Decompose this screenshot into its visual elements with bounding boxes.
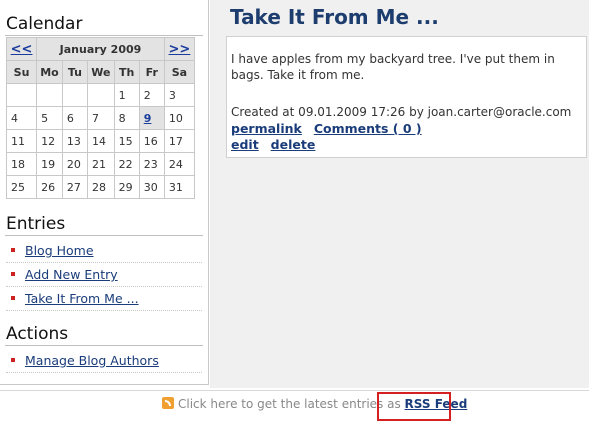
calendar-day: 23	[138, 152, 165, 176]
calendar-day: 1	[113, 83, 140, 107]
post-body: I have apples from my backyard tree. I'v…	[231, 52, 555, 82]
list-item: Add New Entry	[6, 264, 202, 287]
calendar-day: 14	[86, 129, 115, 153]
calendar-weekdays: Su Mo Tu We Th Fr Sa	[5, 60, 196, 84]
calendar-day: 29	[113, 175, 140, 199]
list-item: Take It From Me ...	[6, 288, 202, 311]
calendar-prev-link[interactable]: <<	[11, 42, 33, 57]
calendar-week: 18 19 20 21 22 23 24	[5, 152, 196, 176]
calendar-week: 123	[5, 83, 196, 107]
weekday-header: Fr	[138, 60, 165, 84]
list-item: Manage Blog Authors	[6, 350, 202, 373]
calendar-day: 7	[86, 106, 115, 130]
calendar-days: 1 2 3 4 5 6 7 8 9 10 11 12 13 14 15 16 17 18 19 20 21 22 23 24 2…	[5, 83, 196, 199]
calendar-week: 4 5 6 7 8 9 10	[5, 106, 196, 130]
list-item: Blog Home	[6, 240, 202, 263]
entries-list: Blog Home Add New Entry Take It From Me …	[6, 240, 202, 312]
calendar-day	[86, 83, 115, 107]
rss-icon	[162, 397, 174, 409]
calendar-day: 8	[113, 106, 140, 130]
calendar-day: 11	[5, 129, 38, 153]
calendar-day: 12	[36, 129, 63, 153]
main-content: Take It From Me ... I have apples from m…	[210, 0, 589, 388]
calendar-day	[5, 83, 38, 107]
calendar-day: 21	[86, 152, 115, 176]
actions-list: Manage Blog Authors	[6, 350, 202, 374]
bullet-icon	[11, 272, 15, 276]
divider	[5, 35, 203, 36]
calendar-day: 19	[36, 152, 63, 176]
weekday-header: Su	[5, 60, 38, 84]
permalink-link[interactable]: permalink	[231, 121, 302, 136]
calendar-month: January 2009	[36, 37, 165, 61]
calendar-day: 9	[138, 106, 165, 130]
weekday-header: Sa	[163, 60, 196, 84]
calendar-day: 20	[61, 152, 88, 176]
weekday-header: Mo	[36, 60, 63, 84]
calendar-day: 28	[86, 175, 115, 199]
post-card: I have apples from my backyard tree. I'v…	[226, 36, 587, 158]
calendar-day: 24	[163, 152, 196, 176]
calendar-day: 6	[61, 106, 88, 130]
calendar-day: 18	[5, 152, 38, 176]
divider	[5, 345, 203, 346]
post-title: Take It From Me ...	[230, 5, 439, 29]
calendar-day: 2	[138, 83, 165, 107]
calendar-day: 3	[163, 83, 196, 107]
calendar-day: 25	[5, 175, 38, 199]
weekday-header: We	[86, 60, 115, 84]
post-meta: Created at 09.01.2009 17:26 by joan.cart…	[231, 105, 572, 119]
entry-link-add-new-entry[interactable]: Add New Entry	[25, 267, 118, 282]
entries-heading: Entries	[6, 214, 66, 234]
calendar-prev-cell: <<	[5, 37, 38, 61]
weekday-header: Th	[113, 60, 140, 84]
calendar-day: 4	[5, 106, 38, 130]
calendar-next-cell: >>	[163, 37, 196, 61]
weekday-header: Tu	[61, 60, 88, 84]
calendar-day: 16	[138, 129, 165, 153]
calendar-day: 15	[113, 129, 140, 153]
post-links-row2: edit delete	[231, 137, 323, 152]
calendar-day-link[interactable]: 9	[144, 112, 152, 125]
calendar-week: 25 26 27 28 29 30 31	[5, 175, 196, 199]
calendar-day	[61, 83, 88, 107]
sidebar: Calendar << January 2009 >> Su Mo Tu We Th Fr…	[0, 0, 209, 385]
calendar-heading: Calendar	[6, 14, 83, 34]
calendar: << January 2009 >> Su Mo Tu We Th Fr Sa 123456…	[5, 37, 196, 199]
edit-link[interactable]: edit	[231, 137, 259, 152]
calendar-day: 30	[138, 175, 165, 199]
calendar-day: 31	[163, 175, 196, 199]
bullet-icon	[11, 296, 15, 300]
divider	[5, 235, 203, 236]
manage-blog-authors-link[interactable]: Manage Blog Authors	[25, 353, 159, 368]
calendar-week: 11 12 13 14 15 16 17	[5, 129, 196, 153]
calendar-day	[36, 83, 63, 107]
comments-link[interactable]: Comments ( 0 )	[314, 121, 422, 136]
entry-link-blog-home[interactable]: Blog Home	[25, 243, 94, 258]
calendar-day: 17	[163, 129, 196, 153]
calendar-next-link[interactable]: >>	[169, 42, 191, 57]
calendar-day: 5	[36, 106, 63, 130]
rss-highlight-box	[377, 392, 451, 421]
rss-text: Click here to get the latest entries as	[178, 397, 401, 411]
actions-heading: Actions	[6, 324, 69, 344]
calendar-day: 13	[61, 129, 88, 153]
delete-link[interactable]: delete	[271, 137, 316, 152]
post-links-row1: permalink Comments ( 0 )	[231, 121, 430, 136]
footer: Click here to get the latest entries as …	[0, 390, 589, 432]
calendar-day: 27	[61, 175, 88, 199]
bullet-icon	[11, 248, 15, 252]
bullet-icon	[11, 358, 15, 362]
calendar-day: 26	[36, 175, 63, 199]
calendar-day: 22	[113, 152, 140, 176]
entry-link-take-it-from-me[interactable]: Take It From Me ...	[25, 291, 139, 306]
calendar-day: 10	[163, 106, 196, 130]
